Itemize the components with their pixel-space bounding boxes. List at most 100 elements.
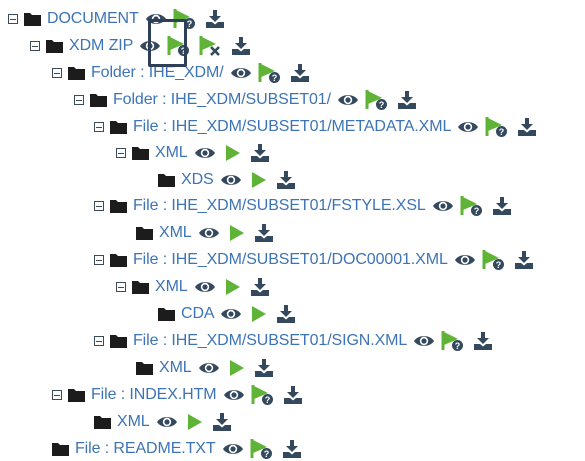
validate-flag-icon[interactable]: ? [482,249,506,271]
download-icon[interactable] [276,305,296,323]
download-icon[interactable] [254,359,274,377]
eye-icon[interactable] [220,305,242,323]
svg-text:?: ? [473,206,479,216]
node-label[interactable]: XML [155,278,188,296]
eye-icon[interactable] [454,251,476,269]
tree-node: File : IHE_XDM/SUBSET01/METADATA.XML? [94,115,543,139]
validate-flag-icon[interactable]: ? [365,89,389,111]
collapse-toggle[interactable] [30,41,40,51]
eye-icon[interactable] [198,224,220,242]
node-label[interactable]: File : INDEX.HTM [91,386,217,404]
folder-icon [24,12,41,26]
svg-text:?: ? [186,19,192,29]
folder-icon [46,39,63,53]
node-label[interactable]: File : IHE_XDM/SUBSET01/SIGN.XML [133,332,407,350]
download-icon[interactable] [205,10,225,28]
play-icon[interactable] [184,412,204,432]
collapse-toggle[interactable] [94,336,104,346]
download-icon[interactable] [492,197,512,215]
svg-text:?: ? [263,449,269,459]
validate-flag-icon[interactable]: ? [250,438,274,460]
eye-icon[interactable] [230,64,252,82]
collapse-toggle[interactable] [94,201,104,211]
download-icon[interactable] [517,118,537,136]
folder-icon [136,361,153,375]
play-icon[interactable] [222,143,242,163]
collapse-toggle[interactable] [52,68,62,78]
download-icon[interactable] [283,386,303,404]
node-label[interactable]: XDM ZIP [69,37,133,55]
collapse-toggle[interactable] [74,95,84,105]
download-icon[interactable] [473,332,493,350]
collapse-toggle[interactable] [116,148,126,158]
eye-icon[interactable] [457,118,479,136]
node-label[interactable]: Folder : IHE_XDM/SUBSET01/ [113,91,331,109]
tree-node: DOCUMENT? [8,7,231,31]
play-icon[interactable] [226,223,246,243]
validate-flag-icon[interactable]: ? [251,384,275,406]
tree-node: XDS [158,168,302,192]
node-label[interactable]: File : IHE_XDM/SUBSET01/DOC00001.XML [133,251,448,269]
folder-icon [132,280,149,294]
collapse-toggle[interactable] [8,14,18,24]
validate-flag-icon[interactable]: ? [460,195,484,217]
play-icon[interactable] [248,170,268,190]
eye-icon[interactable] [413,332,435,350]
download-icon[interactable] [282,440,302,458]
svg-text:?: ? [271,73,277,83]
svg-text:?: ? [499,127,505,137]
node-label[interactable]: XML [155,144,188,162]
eye-icon[interactable] [432,197,454,215]
eye-icon[interactable] [337,91,359,109]
eye-icon[interactable] [220,171,242,189]
node-label[interactable]: File : README.TXT [75,440,216,458]
play-icon[interactable] [222,277,242,297]
eye-icon[interactable] [194,278,216,296]
tree-node: Folder : IHE_XDM/SUBSET01/? [74,88,423,112]
tree-node: XML [136,356,280,380]
download-icon[interactable] [290,64,310,82]
collapse-toggle[interactable] [94,122,104,132]
download-icon[interactable] [250,278,270,296]
collapse-toggle[interactable] [94,255,104,265]
node-label[interactable]: XDS [181,171,214,189]
tree-node: CDA [158,302,302,326]
folder-icon [110,334,127,348]
folder-icon [68,66,85,80]
eye-icon[interactable] [222,440,244,458]
download-icon[interactable] [514,251,534,269]
folder-icon [52,442,69,456]
tree-node: File : IHE_XDM/SUBSET01/DOC00001.XML? [94,248,540,272]
download-icon[interactable] [276,171,296,189]
validate-flag-icon[interactable]: ? [258,62,282,84]
node-label[interactable]: CDA [181,305,215,323]
download-icon[interactable] [397,91,417,109]
folder-icon [136,226,153,240]
eye-icon[interactable] [156,413,178,431]
folder-icon [110,120,127,134]
eye-icon[interactable] [198,359,220,377]
play-icon[interactable] [248,304,268,324]
eye-icon[interactable] [223,386,245,404]
node-label[interactable]: File : IHE_XDM/SUBSET01/METADATA.XML [133,118,451,136]
download-icon[interactable] [250,144,270,162]
highlight-box [148,19,187,67]
download-icon[interactable] [231,37,251,55]
tree-node: XDM ZIP? [30,34,257,58]
download-icon[interactable] [212,413,232,431]
download-icon[interactable] [254,224,274,242]
node-label[interactable]: XML [159,224,192,242]
node-label[interactable]: XML [117,413,150,431]
eye-icon[interactable] [194,144,216,162]
tree-node: File : INDEX.HTM? [52,383,309,407]
node-label[interactable]: DOCUMENT [47,10,139,28]
validate-flag-icon[interactable]: ? [485,116,509,138]
node-label[interactable]: File : IHE_XDM/SUBSET01/FSTYLE.XSL [133,197,426,215]
folder-icon [90,93,107,107]
collapse-toggle[interactable] [116,282,126,292]
node-label[interactable]: XML [159,359,192,377]
collapse-toggle[interactable] [52,390,62,400]
validate-error-flag-icon[interactable] [199,35,223,57]
validate-flag-icon[interactable]: ? [441,330,465,352]
play-icon[interactable] [226,358,246,378]
